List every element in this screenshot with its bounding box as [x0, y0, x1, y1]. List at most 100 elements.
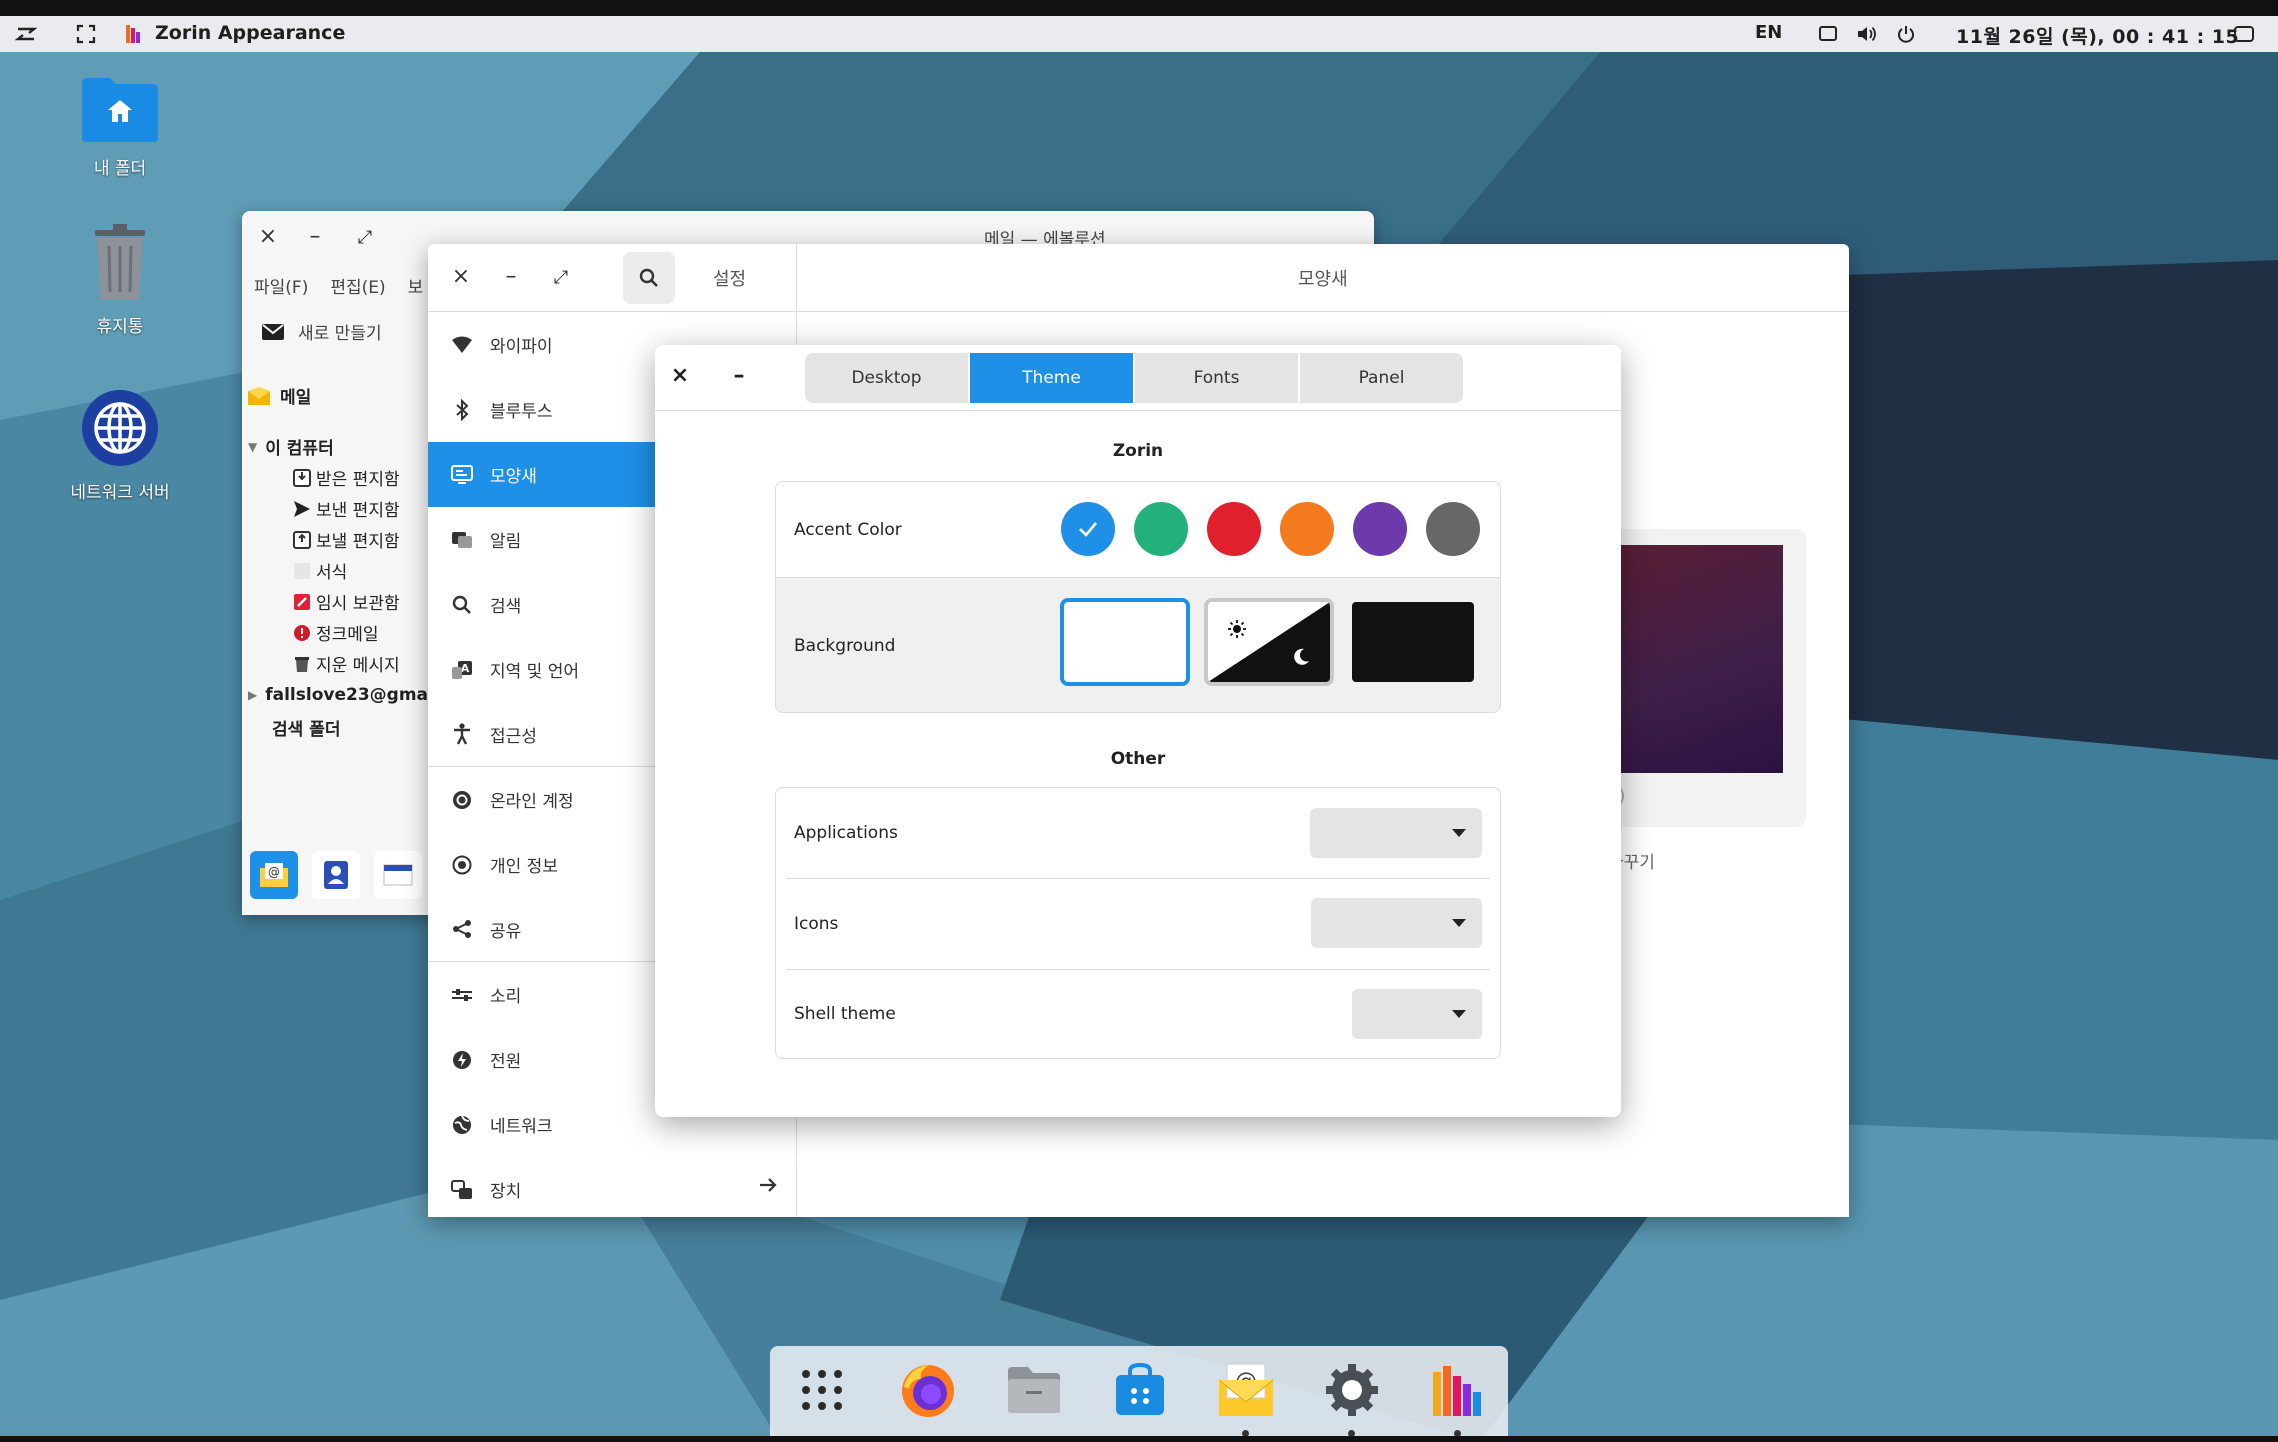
files-icon[interactable] [1004, 1360, 1064, 1420]
desktop-icon-network-server[interactable]: 네트워크 서버 [40, 388, 200, 503]
folder-drafts[interactable]: 임시 보관함 [248, 586, 428, 617]
sidebar-item-label: 개인 정보 [490, 857, 558, 877]
appearance-tabs: Desktop Theme Fonts Panel [805, 353, 1463, 403]
new-message-button[interactable]: 새로 만들기 [262, 319, 382, 344]
appearance-icon[interactable] [1428, 1360, 1488, 1420]
accent-swatch-blue[interactable] [1061, 502, 1115, 556]
new-message-label: 새로 만들기 [298, 324, 382, 344]
screen-icon[interactable] [1816, 22, 1840, 46]
shell-theme-label: Shell theme [794, 1004, 896, 1024]
icons-dropdown[interactable] [1311, 898, 1482, 948]
outbox-icon [292, 530, 312, 550]
desktop-icon-home-folder[interactable]: 내 폴더 [40, 74, 200, 179]
tree-computer[interactable]: ▼ 이 컴퓨터 [248, 431, 428, 462]
bottom-black-bar [0, 1436, 2278, 1442]
background-option-light[interactable] [1060, 598, 1190, 686]
tab-panel[interactable]: Panel [1300, 353, 1463, 403]
online-accounts-icon [450, 788, 474, 812]
accent-swatch-orange[interactable] [1280, 502, 1334, 556]
settings-minimize-button[interactable]: – [498, 264, 524, 289]
folder-sent[interactable]: 보낸 편지함 [248, 493, 428, 524]
privacy-icon [450, 853, 474, 877]
mail-close-button[interactable]: × [255, 224, 281, 249]
top-panel: Zorin Appearance EN 11월 26일 (목), 00 : 41… [0, 16, 2278, 52]
sidebar-item-label: 알림 [490, 532, 522, 552]
applications-dropdown[interactable] [1310, 808, 1482, 858]
notification-panel-icon[interactable] [2232, 22, 2256, 46]
sidebar-item-label: 장치 [490, 1182, 522, 1202]
accessibility-icon [450, 722, 474, 746]
appearance-close-button[interactable]: × [667, 363, 693, 388]
tree-account[interactable]: ▶ fallslove23@gma [248, 679, 428, 710]
envelope-icon [262, 323, 284, 340]
settings-icon[interactable] [1322, 1360, 1382, 1420]
accent-swatch-green[interactable] [1134, 502, 1188, 556]
tree-search-folder[interactable]: 검색 폴더 [248, 712, 428, 743]
folder-inbox[interactable]: 받은 편지함 [248, 462, 428, 493]
sidebar-item-label: 온라인 계정 [490, 792, 574, 812]
settings-page-title: 모양새 [1298, 269, 1348, 290]
folder-templates[interactable]: 서식 [248, 555, 428, 586]
firefox-icon[interactable] [898, 1360, 958, 1420]
shell-theme-dropdown[interactable] [1352, 989, 1482, 1039]
folder-trash[interactable]: 지운 메시지 [248, 648, 428, 679]
settings-headerbar: × – ⤢ 설정 모양새 [428, 244, 1849, 312]
calendar-view-button[interactable] [374, 851, 422, 899]
volume-icon[interactable] [1855, 22, 1879, 46]
mail-minimize-button[interactable]: – [302, 224, 328, 249]
desktop-icon-trash[interactable]: 휴지통 [40, 222, 200, 337]
settings-maximize-button[interactable]: ⤢ [548, 267, 574, 288]
accent-swatch-red[interactable] [1207, 502, 1261, 556]
mail-view-button[interactable]: @ [250, 851, 298, 899]
menu-view[interactable]: 보 [408, 273, 424, 298]
background-option-dark[interactable] [1348, 598, 1478, 686]
keyboard-language[interactable]: EN [1755, 22, 1782, 43]
power-icon[interactable] [1894, 22, 1918, 46]
folder-outbox[interactable]: 보낼 편지함 [248, 524, 428, 555]
background-option-auto[interactable] [1204, 598, 1334, 686]
workspace-icon[interactable] [74, 22, 98, 46]
notification-icon [450, 528, 474, 552]
chevron-right-icon[interactable]: ▶ [248, 688, 257, 702]
app-grid-icon[interactable] [792, 1360, 852, 1420]
sidebar-item-label: 네트워크 [490, 1117, 553, 1137]
sidebar-item-label: 소리 [490, 987, 522, 1007]
share-icon [450, 917, 474, 941]
inbox-icon [292, 468, 312, 488]
background-preview-image [1621, 545, 1783, 773]
sidebar-item-devices[interactable]: 장치 [428, 1157, 796, 1217]
settings-sidebar-title: 설정 [713, 269, 747, 290]
menu-file[interactable]: 파일(F) [254, 273, 308, 298]
software-store-icon[interactable] [1110, 1360, 1170, 1420]
settings-search-button[interactable] [623, 252, 675, 304]
folder-label: 정크메일 [316, 625, 379, 645]
tab-fonts[interactable]: Fonts [1135, 353, 1298, 403]
tab-desktop[interactable]: Desktop [805, 353, 968, 403]
appearance-minimize-button[interactable]: – [726, 363, 752, 388]
accent-swatch-purple[interactable] [1353, 502, 1407, 556]
folder-junk[interactable]: 정크메일 [248, 617, 428, 648]
home-folder-icon [82, 78, 158, 142]
settings-close-button[interactable]: × [448, 264, 474, 289]
zorin-section-title: Zorin [1112, 441, 1164, 461]
chevron-down-icon[interactable]: ▼ [248, 440, 257, 454]
active-app-title[interactable]: Zorin Appearance [155, 22, 345, 44]
power-icon [450, 1048, 474, 1072]
tree-account-label: fallslove23@gma [265, 684, 429, 705]
clock[interactable]: 11월 26일 (목), 00 : 41 : 15 [1956, 22, 2239, 49]
sound-icon [450, 983, 474, 1007]
mail-menubar: 파일(F) 편집(E) 보 [254, 273, 423, 298]
menu-edit[interactable]: 편집(E) [330, 273, 385, 298]
tab-theme[interactable]: Theme [970, 353, 1133, 403]
arrow-right-icon [758, 1175, 778, 1200]
accent-swatch-gray[interactable] [1426, 502, 1480, 556]
zorin-menu-icon[interactable] [14, 22, 38, 46]
mail-maximize-button[interactable]: ⤢ [352, 227, 378, 248]
moon-icon [1294, 648, 1309, 665]
contacts-view-button[interactable] [312, 851, 360, 899]
mail-section-header[interactable]: 메일 [248, 383, 311, 408]
mail-icon[interactable]: @ [1216, 1360, 1276, 1420]
mail-view-switcher: @ [250, 851, 422, 899]
trash-icon [292, 654, 312, 674]
dock: @ [770, 1346, 1508, 1440]
